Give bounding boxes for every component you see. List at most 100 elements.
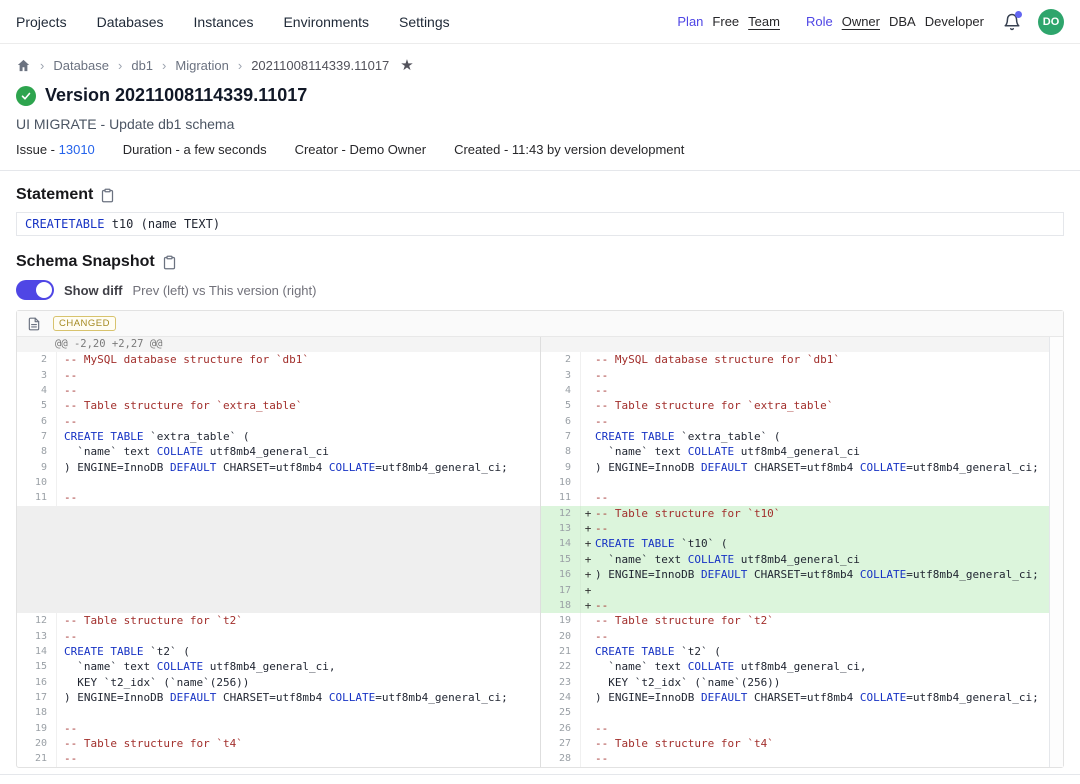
line-number: 2 [17,352,57,367]
line-number: 5 [17,398,57,413]
chevron-right-icon: › [40,58,44,73]
code-text: -- [57,629,77,644]
line-number: 15 [17,659,57,674]
version-subtitle: UI MIGRATE - Update db1 schema [16,116,1064,132]
statement-sql[interactable]: CREATE TABLE t10 (name TEXT) [16,212,1064,236]
code-text: CREATE TABLE `t2` ( [57,644,190,659]
code-text: -- [595,383,608,398]
breadcrumb-version: 20211008114339.11017 [251,58,389,73]
code-text: -- [595,368,608,383]
diff-line: 19-- [17,721,540,736]
line-number: 17 [17,690,57,705]
code-text: -- [595,751,608,766]
meta-issue: Issue - 13010 [16,142,95,157]
role-dba[interactable]: DBA [889,14,916,29]
diff-marker [581,368,595,383]
diff-line [17,521,540,536]
line-number: 2 [541,352,581,367]
diff-line: 16 KEY `t2_idx` (`name`(256)) [17,675,540,690]
line-number: 14 [17,644,57,659]
diff-line: 5-- Table structure for `extra_table` [541,398,1049,413]
line-number: 12 [17,613,57,628]
schema-snapshot-heading: Schema Snapshot [16,253,155,271]
role-developer[interactable]: Developer [925,14,984,29]
diff-marker [581,644,595,659]
line-number: 23 [541,675,581,690]
line-number: 10 [541,475,581,490]
line-number: 11 [541,490,581,505]
breadcrumb-migration[interactable]: Migration [175,58,228,73]
schema-snapshot-heading-row: Schema Snapshot [16,253,1064,271]
line-number: 15 [541,552,581,567]
status-badge: CHANGED [53,316,116,331]
home-icon[interactable] [16,58,31,73]
diff-line: 28-- [541,751,1049,766]
line-number: 18 [17,705,57,720]
code-text: `name` text COLLATE utf8mb4_general_ci, [57,659,336,674]
copy-statement-button[interactable] [100,188,115,203]
diff-line: 18 [17,705,540,720]
top-navbar: Projects Databases Instances Environment… [0,0,1080,44]
plan-free[interactable]: Free [712,14,739,29]
section-divider [0,170,1080,171]
diff-line: 23 KEY `t2_idx` (`name`(256)) [541,675,1049,690]
nav-projects[interactable]: Projects [16,14,67,30]
code-text: -- Table structure for `extra_table` [57,398,302,413]
nav-settings[interactable]: Settings [399,14,450,30]
show-diff-label: Show diff [64,283,123,298]
diff-line: 25 [541,705,1049,720]
copy-schema-button[interactable] [162,255,177,270]
scrollbar[interactable] [1049,337,1063,767]
meta-row: Issue - 13010 Duration - a few seconds C… [16,142,1064,157]
line-number: 7 [541,429,581,444]
breadcrumb-database[interactable]: Database [53,58,109,73]
main-nav: Projects Databases Instances Environment… [16,14,450,30]
diff-line: 14CREATE TABLE `t2` ( [17,644,540,659]
diff-marker [581,613,595,628]
code-text: -- Table structure for `t4` [595,736,774,751]
code-text: `name` text COLLATE utf8mb4_general_ci, [595,659,867,674]
diff-line: 12+-- Table structure for `t10` [541,506,1049,521]
star-icon[interactable]: ★ [400,58,413,73]
diff-line: 20-- Table structure for `t4` [17,736,540,751]
file-icon [27,317,41,331]
line-number: 4 [17,383,57,398]
diff-line: 3-- [17,368,540,383]
avatar[interactable]: DO [1038,9,1064,35]
diff-marker [581,490,595,505]
line-number: 20 [17,736,57,751]
line-number: 16 [541,567,581,582]
plan-team[interactable]: Team [748,14,780,29]
diff-line: 4-- [17,383,540,398]
diff-line: 7CREATE TABLE `extra_table` ( [17,429,540,444]
role-owner[interactable]: Owner [842,14,880,29]
diff-line: 9) ENGINE=InnoDB DEFAULT CHARSET=utf8mb4… [17,460,540,475]
line-number: 18 [541,598,581,613]
statement-heading: Statement [16,186,93,204]
diff-line [17,567,540,582]
diff-marker [581,383,595,398]
code-text: -- [57,751,77,766]
diff-marker: + [581,583,595,598]
line-number: 21 [541,644,581,659]
nav-environments[interactable]: Environments [283,14,369,30]
line-number: 27 [541,736,581,751]
diff-line: 6-- [17,414,540,429]
meta-duration: Duration - a few seconds [123,142,267,157]
schema-diff-container: CHANGED @@ -2,20 +2,27 @@2-- MySQL datab… [16,310,1064,768]
diff-editor[interactable]: @@ -2,20 +2,27 @@2-- MySQL database stru… [17,337,1063,767]
breadcrumb: › Database › db1 › Migration › 202110081… [16,58,1064,73]
diff-line: 14+CREATE TABLE `t10` ( [541,536,1049,551]
nav-instances[interactable]: Instances [194,14,254,30]
nav-databases[interactable]: Databases [97,14,164,30]
issue-link[interactable]: 13010 [59,142,95,157]
notification-bell-button[interactable] [1003,13,1021,31]
line-number: 19 [541,613,581,628]
meta-creator: Creator - Demo Owner [295,142,426,157]
code-text: -- Table structure for `t2` [595,613,774,628]
breadcrumb-db1[interactable]: db1 [131,58,153,73]
code-text: ) ENGINE=InnoDB DEFAULT CHARSET=utf8mb4 … [57,690,508,705]
title-row: Version 20211008114339.11017 [16,85,1064,106]
show-diff-toggle[interactable] [16,280,54,300]
line-number: 12 [541,506,581,521]
